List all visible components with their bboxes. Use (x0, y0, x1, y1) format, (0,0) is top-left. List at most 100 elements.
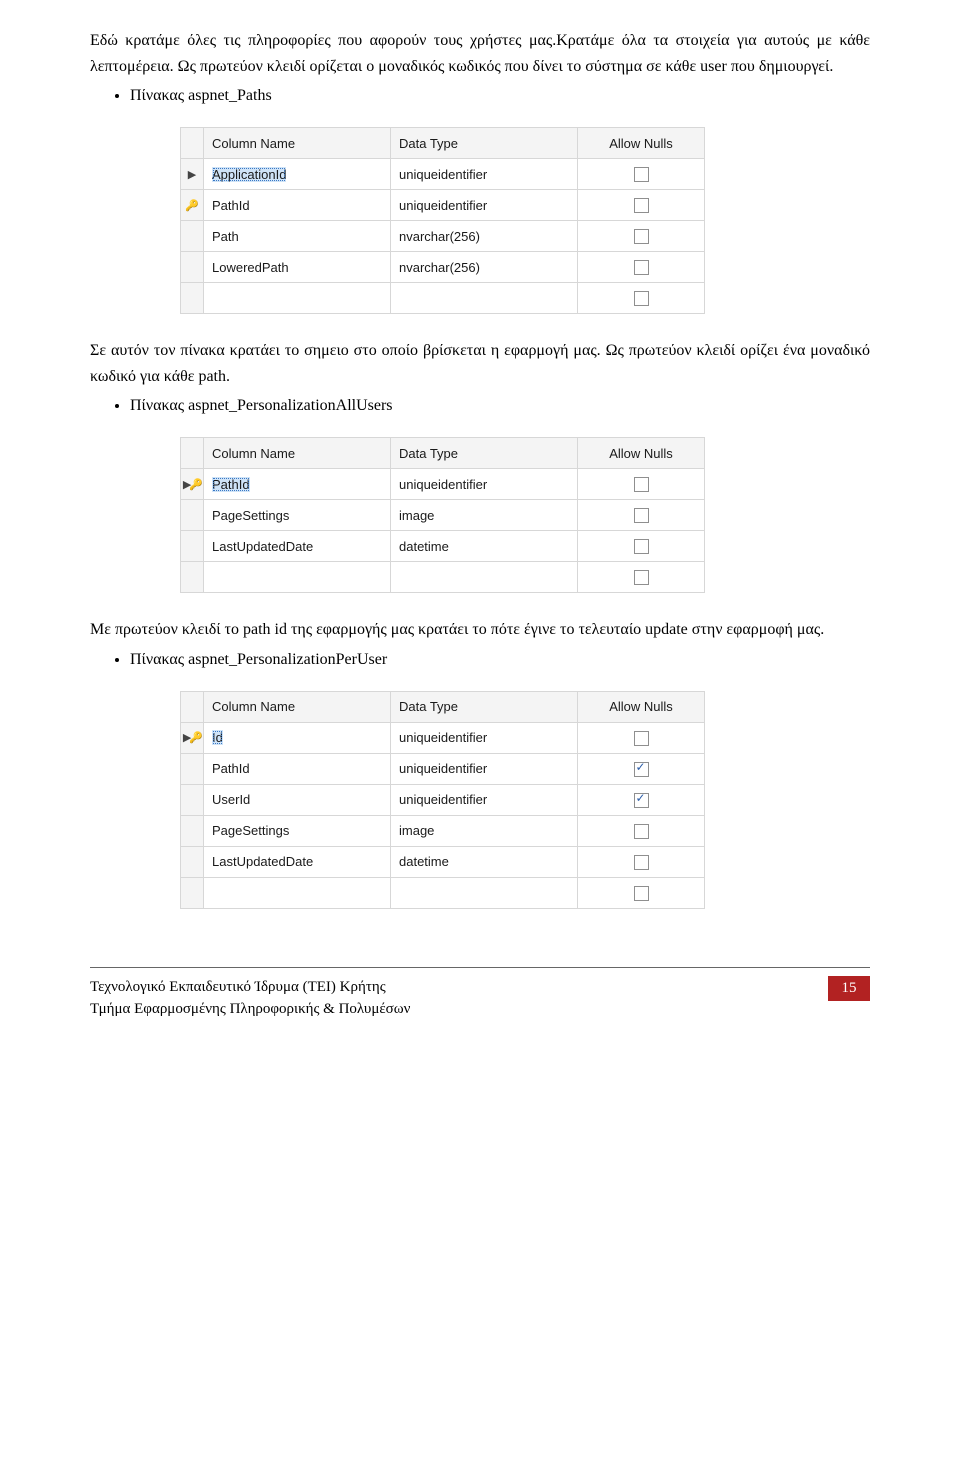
row-gutter: 🔑 (181, 190, 204, 221)
schema-table-peruser: Column Name Data Type Allow Nulls ▶🔑Idun… (180, 691, 870, 909)
cell-allow-nulls (578, 877, 705, 908)
gutter-header (181, 691, 204, 722)
cell-column-name (204, 283, 391, 314)
row-selector-key-icon: ▶🔑 (183, 732, 201, 744)
table-row: PageSettingsimage (181, 815, 705, 846)
cell-data-type: nvarchar(256) (391, 221, 578, 252)
table-row: Pathnvarchar(256) (181, 221, 705, 252)
allow-nulls-checkbox[interactable] (634, 886, 649, 901)
cell-column-name: LoweredPath (204, 252, 391, 283)
cell-data-type (391, 283, 578, 314)
cell-column-name: Path (204, 221, 391, 252)
cell-data-type: image (391, 500, 578, 531)
row-selector-key-icon: ▶🔑 (183, 479, 201, 491)
table-row (181, 877, 705, 908)
header-allow-nulls: Allow Nulls (578, 438, 705, 469)
table-header-row: Column Name Data Type Allow Nulls (181, 691, 705, 722)
cell-data-type: uniqueidentifier (391, 469, 578, 500)
cell-data-type: uniqueidentifier (391, 190, 578, 221)
cell-allow-nulls (578, 221, 705, 252)
cell-allow-nulls (578, 722, 705, 753)
cell-allow-nulls (578, 753, 705, 784)
header-allow-nulls: Allow Nulls (578, 691, 705, 722)
allow-nulls-checkbox[interactable] (634, 570, 649, 585)
cell-allow-nulls (578, 159, 705, 190)
cell-column-name (204, 562, 391, 593)
allow-nulls-checkbox[interactable] (634, 855, 649, 870)
row-gutter: ▶🔑 (181, 722, 204, 753)
allow-nulls-checkbox[interactable] (634, 508, 649, 523)
table-row: UserIduniqueidentifier (181, 784, 705, 815)
footer-institution: Τεχνολογικό Εκπαιδευτικό Ίδρυμα (ΤΕΙ) Κρ… (90, 976, 410, 999)
cell-data-type: uniqueidentifier (391, 784, 578, 815)
row-gutter (181, 500, 204, 531)
header-column-name: Column Name (204, 438, 391, 469)
schema-table-paths: Column Name Data Type Allow Nulls ▶ Appli… (180, 127, 870, 314)
cell-column-name: LastUpdatedDate (204, 846, 391, 877)
footer-department: Τμήμα Εφαρμοσμένης Πληροφορικής & Πολυμέ… (90, 998, 410, 1021)
table-row: ▶🔑PathIduniqueidentifier (181, 469, 705, 500)
allow-nulls-checkbox[interactable] (634, 539, 649, 554)
cell-column-name: PathId (204, 190, 391, 221)
allow-nulls-checkbox[interactable] (634, 477, 649, 492)
cell-allow-nulls (578, 190, 705, 221)
cell-allow-nulls (578, 283, 705, 314)
allow-nulls-checkbox[interactable] (634, 793, 649, 808)
table-header-row: Column Name Data Type Allow Nulls (181, 438, 705, 469)
cell-data-type (391, 877, 578, 908)
header-data-type: Data Type (391, 691, 578, 722)
cell-column-name: PathId (204, 469, 391, 500)
cell-data-type: uniqueidentifier (391, 159, 578, 190)
header-allow-nulls: Allow Nulls (578, 128, 705, 159)
allow-nulls-checkbox[interactable] (634, 762, 649, 777)
cell-column-name: PageSettings (204, 500, 391, 531)
row-gutter: ▶ (181, 159, 204, 190)
row-gutter (181, 252, 204, 283)
table-row: LoweredPathnvarchar(256) (181, 252, 705, 283)
header-data-type: Data Type (391, 128, 578, 159)
paragraph-1: Εδώ κρατάμε όλες τις πληροφορίες που αφο… (90, 28, 870, 79)
page-footer: Τεχνολογικό Εκπαιδευτικό Ίδρυμα (ΤΕΙ) Κρ… (90, 967, 870, 1021)
table-row (181, 562, 705, 593)
allow-nulls-checkbox[interactable] (634, 167, 649, 182)
cell-allow-nulls (578, 815, 705, 846)
cell-data-type (391, 562, 578, 593)
header-column-name: Column Name (204, 691, 391, 722)
cell-column-name (204, 877, 391, 908)
cell-column-name: ApplicationId (204, 159, 391, 190)
allow-nulls-checkbox[interactable] (634, 260, 649, 275)
table-row: ▶🔑Iduniqueidentifier (181, 722, 705, 753)
allow-nulls-checkbox[interactable] (634, 731, 649, 746)
allow-nulls-checkbox[interactable] (634, 824, 649, 839)
primary-key-icon: 🔑 (185, 200, 199, 212)
paragraph-3: Με πρωτεύον κλειδί το path id της εφαρμο… (90, 617, 870, 643)
row-selector-icon: ▶ (188, 169, 196, 181)
row-gutter (181, 531, 204, 562)
table-row: LastUpdatedDatedatetime (181, 531, 705, 562)
schema-table-allusers: Column Name Data Type Allow Nulls ▶🔑Path… (180, 437, 870, 593)
allow-nulls-checkbox[interactable] (634, 229, 649, 244)
row-gutter (181, 221, 204, 252)
table-header-row: Column Name Data Type Allow Nulls (181, 128, 705, 159)
cell-data-type: uniqueidentifier (391, 722, 578, 753)
cell-allow-nulls (578, 500, 705, 531)
table-row: PathIduniqueidentifier (181, 753, 705, 784)
table-row: LastUpdatedDatedatetime (181, 846, 705, 877)
cell-column-name: PathId (204, 753, 391, 784)
table-row (181, 283, 705, 314)
row-gutter (181, 877, 204, 908)
cell-allow-nulls (578, 846, 705, 877)
cell-data-type: nvarchar(256) (391, 252, 578, 283)
row-gutter (181, 815, 204, 846)
allow-nulls-checkbox[interactable] (634, 291, 649, 306)
cell-data-type: datetime (391, 846, 578, 877)
row-gutter (181, 562, 204, 593)
cell-column-name: Id (204, 722, 391, 753)
bullet-personalization-all-users: Πίνακας aspnet_PersonalizationAllUsers (130, 395, 870, 417)
allow-nulls-checkbox[interactable] (634, 198, 649, 213)
row-gutter (181, 753, 204, 784)
header-data-type: Data Type (391, 438, 578, 469)
gutter-header (181, 128, 204, 159)
row-gutter (181, 846, 204, 877)
cell-allow-nulls (578, 784, 705, 815)
